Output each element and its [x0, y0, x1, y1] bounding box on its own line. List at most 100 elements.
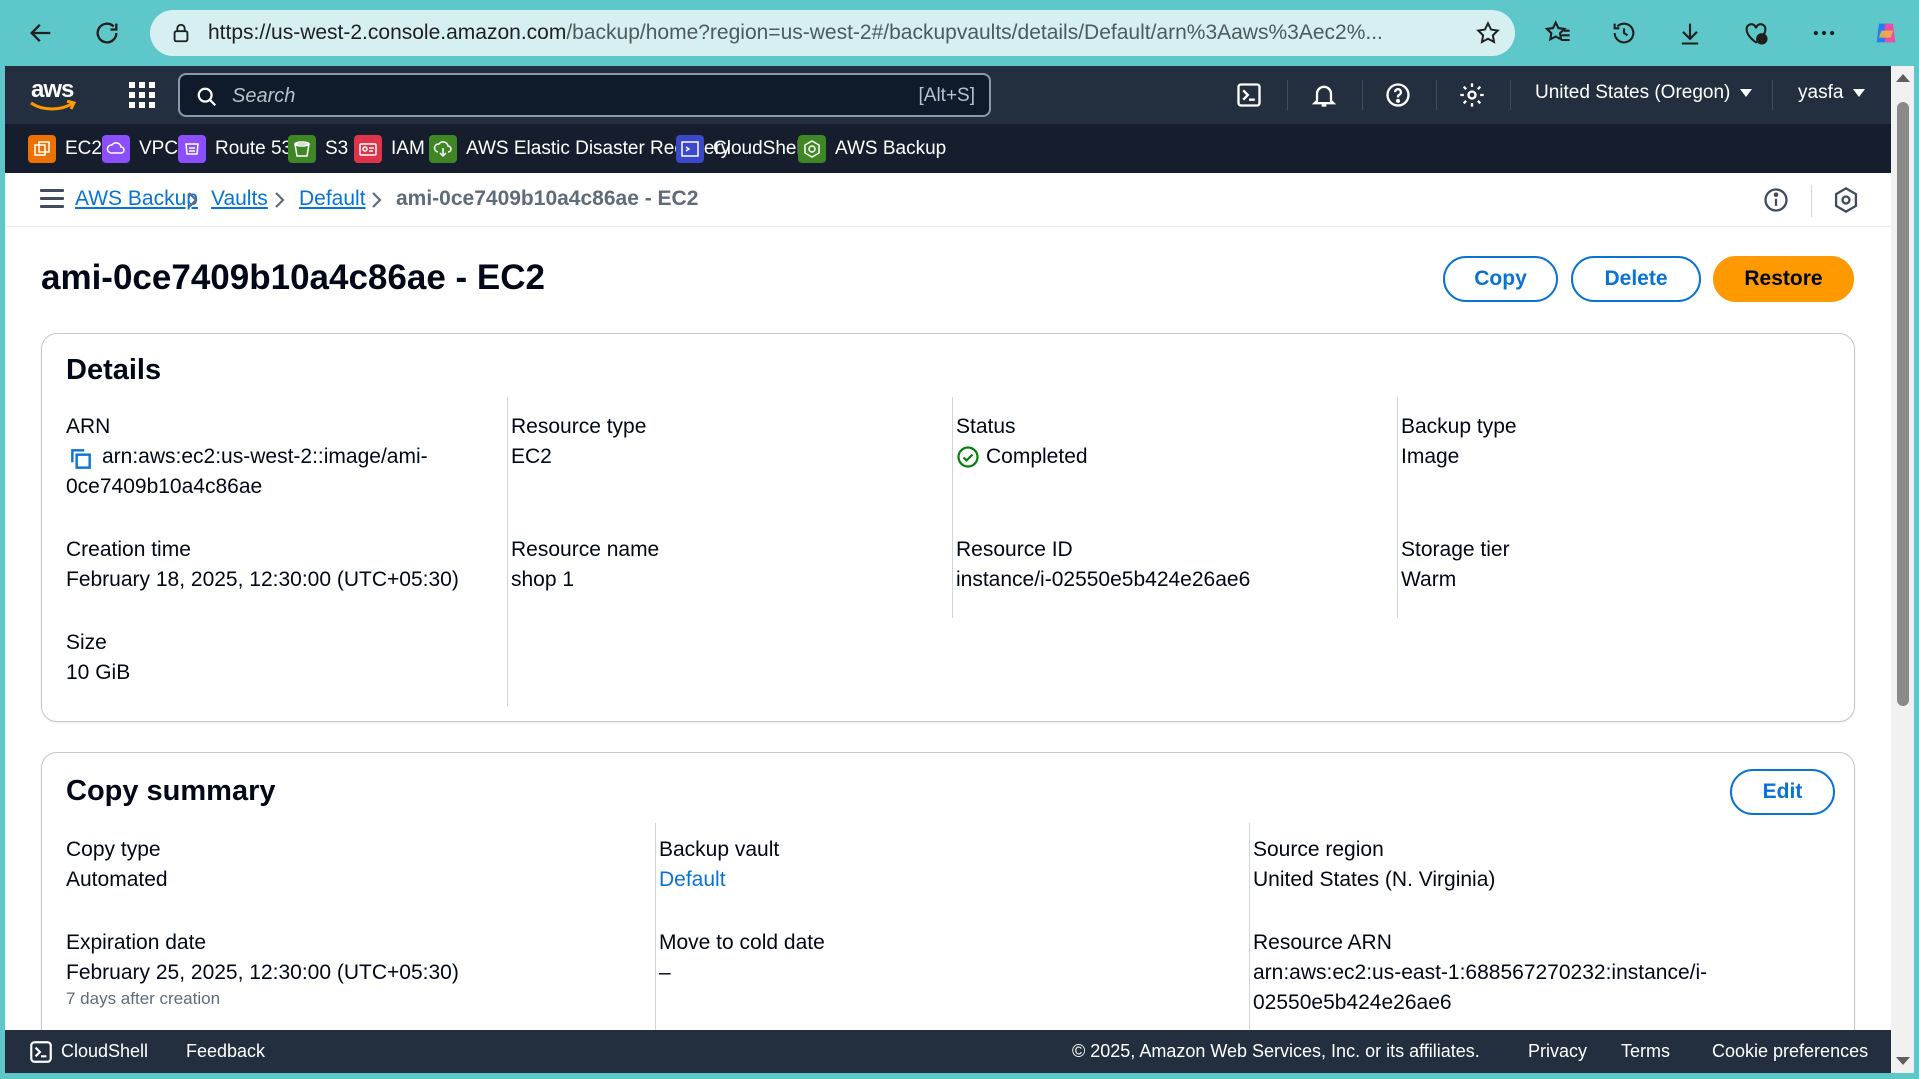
favorite-iam[interactable]: IAM: [354, 134, 425, 164]
footer-feedback-link[interactable]: Feedback: [186, 1041, 265, 1062]
nav-separator: [1362, 80, 1363, 110]
notifications-hex-icon[interactable]: [1832, 186, 1860, 214]
details-title: Details: [66, 354, 162, 386]
search-input[interactable]: Search [Alt+S]: [178, 73, 991, 117]
breadcrumb-bar: AWS Backup Vaults Default ami-0ce7409b10…: [5, 173, 1891, 227]
favorite-aws-backup[interactable]: AWS Backup: [798, 134, 946, 164]
services-menu-icon[interactable]: [129, 82, 155, 108]
browser-essentials-icon[interactable]: [1735, 12, 1777, 54]
breadcrumb-current: ami-0ce7409b10a4c86ae - EC2: [396, 187, 699, 210]
url-text: https://us-west-2.console.amazon.com/bac…: [208, 21, 1383, 44]
chevron-right-icon: [372, 192, 382, 208]
settings-gear-icon[interactable]: [1456, 79, 1488, 111]
breadcrumb-vaults[interactable]: Vaults: [211, 187, 268, 211]
nav-separator: [1436, 80, 1437, 110]
favorite-route53[interactable]: Route 53: [178, 134, 292, 164]
breadcrumb-aws-backup[interactable]: AWS Backup: [75, 187, 198, 211]
favorites-icon[interactable]: [1537, 12, 1579, 54]
page-scrollbar[interactable]: [1891, 66, 1914, 1073]
copy-type-field: Copy type Automated: [66, 835, 636, 895]
storage-tier-value: Warm: [1401, 568, 1457, 591]
footer-terms-link[interactable]: Terms: [1621, 1041, 1670, 1062]
favorite-cloudshell[interactable]: CloudShell: [676, 134, 805, 164]
size-value: 10 GiB: [66, 661, 131, 684]
help-icon[interactable]: [1382, 79, 1414, 111]
footer-cookie-preferences-link[interactable]: Cookie preferences: [1712, 1041, 1868, 1062]
favorite-ec2[interactable]: EC2: [28, 134, 102, 164]
breadcrumb-default[interactable]: Default: [299, 187, 366, 211]
ec2-icon: [28, 135, 56, 163]
search-icon: [197, 87, 217, 107]
favorite-vpc[interactable]: VPC: [102, 134, 178, 164]
size-label: Size: [66, 631, 107, 654]
copy-type-label: Copy type: [66, 838, 161, 861]
disaster-recovery-icon: [429, 135, 457, 163]
console-footer: CloudShell Feedback © 2025, Amazon Web S…: [5, 1030, 1891, 1073]
aws-logo[interactable]: aws: [29, 76, 81, 112]
backup-type-label: Backup type: [1401, 415, 1517, 438]
arn-field: ARN arn:aws:ec2:us-west-2::image/ami- 0c…: [66, 412, 486, 502]
resource-id-value: instance/i-02550e5b424e26ae6: [956, 568, 1251, 591]
edit-button[interactable]: Edit: [1730, 769, 1835, 815]
backup-type-field: Backup type Image: [1401, 412, 1821, 472]
backup-vault-label: Backup vault: [659, 838, 780, 861]
expiration-date-value: February 25, 2025, 12:30:00 (UTC+05:30): [66, 961, 459, 984]
refresh-icon[interactable]: [86, 12, 128, 54]
iam-icon: [354, 135, 382, 163]
status-label: Status: [956, 415, 1016, 438]
favorite-s3[interactable]: S3: [288, 134, 348, 164]
info-icon[interactable]: [1762, 186, 1790, 214]
back-icon[interactable]: [20, 12, 62, 54]
copy-summary-panel: Copy summary Edit Copy type Automated Ex…: [41, 752, 1855, 1073]
resource-id-field: Resource ID instance/i-02550e5b424e26ae6: [956, 535, 1376, 595]
aws-top-navigation: aws Search [Alt+S] United States (Oregon…: [5, 66, 1891, 124]
restore-button[interactable]: Restore: [1713, 256, 1854, 302]
address-bar[interactable]: https://us-west-2.console.amazon.com/bac…: [150, 10, 1515, 56]
storage-tier-label: Storage tier: [1401, 538, 1510, 561]
resource-arn-label: Resource ARN: [1253, 931, 1392, 954]
copilot-icon[interactable]: [1865, 12, 1907, 54]
cloudshell-icon[interactable]: [28, 1039, 54, 1065]
chevron-down-icon: [1853, 88, 1866, 97]
creation-time-value: February 18, 2025, 12:30:00 (UTC+05:30): [66, 568, 459, 591]
account-menu[interactable]: yasfa: [1798, 82, 1866, 104]
region-selector[interactable]: United States (Oregon): [1535, 82, 1753, 104]
source-region-field: Source region United States (N. Virginia…: [1253, 835, 1833, 895]
history-icon[interactable]: [1603, 12, 1645, 54]
scrollbar-thumb[interactable]: [1897, 102, 1909, 706]
side-navigation-toggle-icon[interactable]: [40, 189, 64, 209]
source-region-label: Source region: [1253, 838, 1384, 861]
more-menu-icon[interactable]: [1803, 12, 1845, 54]
details-panel: Details ARN arn:aws:ec2:us-west-2::image…: [41, 333, 1855, 722]
expiration-date-label: Expiration date: [66, 931, 207, 954]
backup-vault-field: Backup vault Default: [659, 835, 1229, 895]
arn-label: ARN: [66, 415, 111, 438]
nav-separator: [1510, 80, 1511, 110]
expiration-date-description: 7 days after creation: [66, 989, 221, 1008]
notifications-bell-icon[interactable]: [1308, 79, 1340, 111]
site-info-icon[interactable]: [170, 22, 192, 44]
footer-privacy-link[interactable]: Privacy: [1528, 1041, 1587, 1062]
creation-time-field: Creation time February 18, 2025, 12:30:0…: [66, 535, 496, 595]
footer-cloudshell-link[interactable]: CloudShell: [61, 1041, 148, 1062]
chevron-right-icon: [188, 192, 198, 208]
storage-tier-field: Storage tier Warm: [1401, 535, 1821, 595]
route53-icon: [178, 135, 206, 163]
copy-to-clipboard-icon[interactable]: [68, 446, 94, 472]
scroll-down-arrow-icon[interactable]: [1896, 1057, 1910, 1065]
copy-button[interactable]: Copy: [1443, 256, 1558, 302]
cloudshell-icon[interactable]: [1233, 79, 1265, 111]
column-divider: [507, 397, 508, 706]
scroll-up-arrow-icon[interactable]: [1896, 74, 1910, 82]
move-to-cold-date-value: –: [659, 961, 671, 984]
resource-type-field: Resource type EC2: [511, 412, 931, 472]
delete-button[interactable]: Delete: [1571, 256, 1701, 302]
nav-separator: [1287, 80, 1288, 110]
resource-type-label: Resource type: [511, 415, 647, 438]
arn-value-line2: 0ce7409b10a4c86ae: [66, 475, 263, 498]
backup-vault-link[interactable]: Default: [659, 865, 1229, 895]
favorite-star-icon[interactable]: [1475, 20, 1501, 46]
search-shortcut: [Alt+S]: [918, 85, 976, 106]
breadcrumb-separator: [1811, 185, 1812, 217]
download-icon[interactable]: [1669, 12, 1711, 54]
